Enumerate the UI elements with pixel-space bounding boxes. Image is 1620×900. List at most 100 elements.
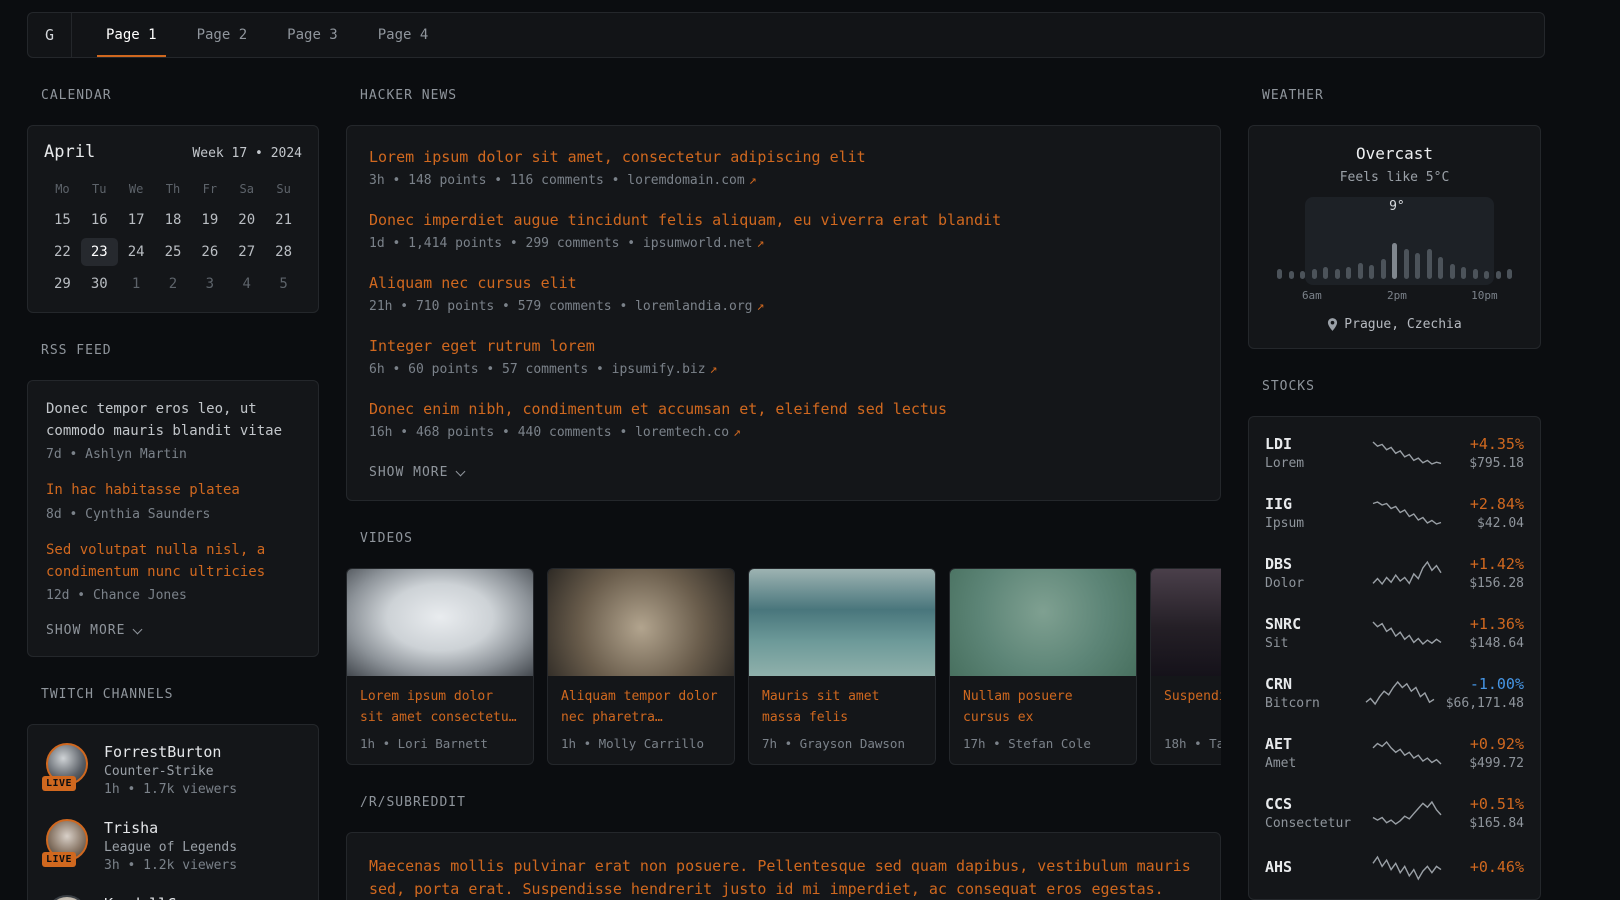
external-link-icon[interactable]: ↗ [757,236,765,251]
calendar-day[interactable]: 17 [118,206,155,234]
calendar-day[interactable]: 16 [81,206,118,234]
weather-hour-bar [1484,271,1489,279]
twitch-channel-item[interactable]: KendallCarr [46,895,300,900]
calendar-day[interactable]: 30 [81,270,118,298]
twitch-channel-item[interactable]: LIVE ForrestBurton Counter-Strike 1h • 1… [46,743,300,797]
video-thumbnail[interactable] [1151,569,1221,676]
channel-name[interactable]: Trisha [104,819,237,837]
rss-show-more-button[interactable]: SHOW MORE [46,621,141,640]
video-title-link[interactable]: Suspendisse diam [1164,687,1221,729]
video-thumbnail[interactable] [749,569,935,676]
weather-hour-bar [1381,259,1386,279]
weather-hour-bar [1415,253,1420,279]
calendar-day[interactable]: 27 [228,238,265,266]
calendar-day[interactable]: 4 [228,270,265,298]
stock-row[interactable]: AHS +0.46% [1249,843,1540,893]
video-title-link[interactable]: Nullam posuere cursus ex [963,687,1123,729]
calendar-day[interactable]: 28 [265,238,302,266]
calendar-day-header: Su [265,176,302,202]
subreddit-post-link[interactable]: Maecenas mollis pulvinar erat non posuer… [369,855,1198,900]
video-thumbnail[interactable] [950,569,1136,676]
stock-row[interactable]: CRNBitcorn -1.00%$66,171.48 [1249,663,1540,723]
chevron-down-icon [456,466,466,476]
external-link-icon[interactable]: ↗ [757,299,765,314]
hn-meta-text: 6h • 60 points • 57 comments • ipsumify.… [369,362,706,377]
weather-bars [1277,233,1512,279]
stock-change: +0.51% [1469,795,1524,813]
calendar-day[interactable]: 5 [265,270,302,298]
dashboard-grid: CALENDAR April Week 17 • 2024 MoTuWeThFr… [27,58,1545,900]
external-link-icon[interactable]: ↗ [710,362,718,377]
hn-show-more-button[interactable]: SHOW MORE [369,463,464,482]
tab-page-2[interactable]: Page 2 [188,13,257,57]
calendar-day-header: Sa [228,176,265,202]
external-link-icon[interactable]: ↗ [733,425,741,440]
calendar-day[interactable]: 19 [191,206,228,234]
hn-item-link[interactable]: Donec enim nibh, condimentum et accumsan… [369,400,1198,418]
stock-row[interactable]: DBSDolor +1.42%$156.28 [1249,543,1540,603]
calendar-month: April [44,142,95,162]
stock-row[interactable]: IIGIpsum +2.84%$42.04 [1249,483,1540,543]
stock-name: Consectetur [1265,816,1361,831]
calendar-day[interactable]: 2 [155,270,192,298]
video-thumbnail[interactable] [548,569,734,676]
calendar-day[interactable]: 20 [228,206,265,234]
subreddit-card: Maecenas mollis pulvinar erat non posuer… [346,832,1221,900]
stock-change: +0.46% [1470,858,1524,876]
weather-hour-bar [1473,269,1478,279]
tab-page-1[interactable]: Page 1 [97,13,166,57]
calendar-day[interactable]: 21 [265,206,302,234]
stock-row[interactable]: LDILorem +4.35%$795.18 [1249,423,1540,483]
video-card[interactable]: Nullam posuere cursus ex 17h • Stefan Co… [949,568,1137,765]
video-thumbnail[interactable] [347,569,533,676]
twitch-channel-item[interactable]: LIVE Trisha League of Legends 3h • 1.2k … [46,819,300,873]
channel-name[interactable]: KendallCarr [104,895,203,900]
video-title-link[interactable]: Aliquam tempor dolor nec pharetra… [561,687,721,729]
video-meta: 1h • Lori Barnett [360,736,520,751]
video-title-link[interactable]: Lorem ipsum dolor sit amet consectetu… [360,687,520,729]
calendar-day[interactable]: 25 [155,238,192,266]
tab-page-4[interactable]: Page 4 [369,13,438,57]
rss-item-link[interactable]: Sed volutpat nulla nisl, a condimentum n… [46,540,300,583]
video-title-link[interactable]: Mauris sit amet massa felis [762,687,922,729]
video-card[interactable]: Aliquam tempor dolor nec pharetra… 1h • … [547,568,735,765]
show-more-label: SHOW MORE [46,623,125,638]
hn-meta-text: 3h • 148 points • 116 comments • loremdo… [369,173,745,188]
stock-row[interactable]: AETAmet +0.92%$499.72 [1249,723,1540,783]
calendar-day-header: Mo [44,176,81,202]
calendar-day[interactable]: 3 [191,270,228,298]
calendar-day[interactable]: 23 [81,238,118,266]
weather-location: Prague, Czechia [1344,317,1461,332]
section-title-subreddit: /R/SUBREDDIT [360,795,1221,810]
video-card[interactable]: Mauris sit amet massa felis 7h • Grayson… [748,568,936,765]
page-tabs: Page 1 Page 2 Page 3 Page 4 [72,13,448,57]
calendar-day[interactable]: 15 [44,206,81,234]
section-title-hackernews: HACKER NEWS [360,88,1221,103]
video-meta: 17h • Stefan Cole [963,736,1123,751]
calendar-day[interactable]: 26 [191,238,228,266]
hn-item-link[interactable]: Lorem ipsum dolor sit amet, consectetur … [369,148,1198,166]
channel-game: Counter-Strike [104,764,237,779]
external-link-icon[interactable]: ↗ [749,173,757,188]
hn-item-link[interactable]: Donec imperdiet augue tincidunt felis al… [369,211,1198,229]
calendar-day[interactable]: 24 [118,238,155,266]
rss-item-meta: 12d • Chance Jones [46,588,300,603]
hn-item-meta: 3h • 148 points • 116 comments • loremdo… [369,173,1198,188]
weather-hour-bar [1346,267,1351,279]
stock-symbol: LDI [1265,435,1361,453]
tab-page-3[interactable]: Page 3 [278,13,347,57]
stock-row[interactable]: CCSConsectetur +0.51%$165.84 [1249,783,1540,843]
stock-row[interactable]: SNRCSit +1.36%$148.64 [1249,603,1540,663]
calendar-day[interactable]: 1 [118,270,155,298]
calendar-day[interactable]: 29 [44,270,81,298]
rss-item-link[interactable]: In hac habitasse platea [46,480,300,502]
calendar-day[interactable]: 18 [155,206,192,234]
rss-item-link[interactable]: Donec tempor eros leo, ut commodo mauris… [46,399,300,442]
calendar-day[interactable]: 22 [44,238,81,266]
hn-item-link[interactable]: Aliquam nec cursus elit [369,274,1198,292]
video-card[interactable]: Suspendisse diam 18h • Tara [1150,568,1221,765]
hn-item-link[interactable]: Integer eget rutrum lorem [369,337,1198,355]
video-card[interactable]: Lorem ipsum dolor sit amet consectetu… 1… [346,568,534,765]
stock-sparkline [1371,440,1443,466]
channel-name[interactable]: ForrestBurton [104,743,237,761]
